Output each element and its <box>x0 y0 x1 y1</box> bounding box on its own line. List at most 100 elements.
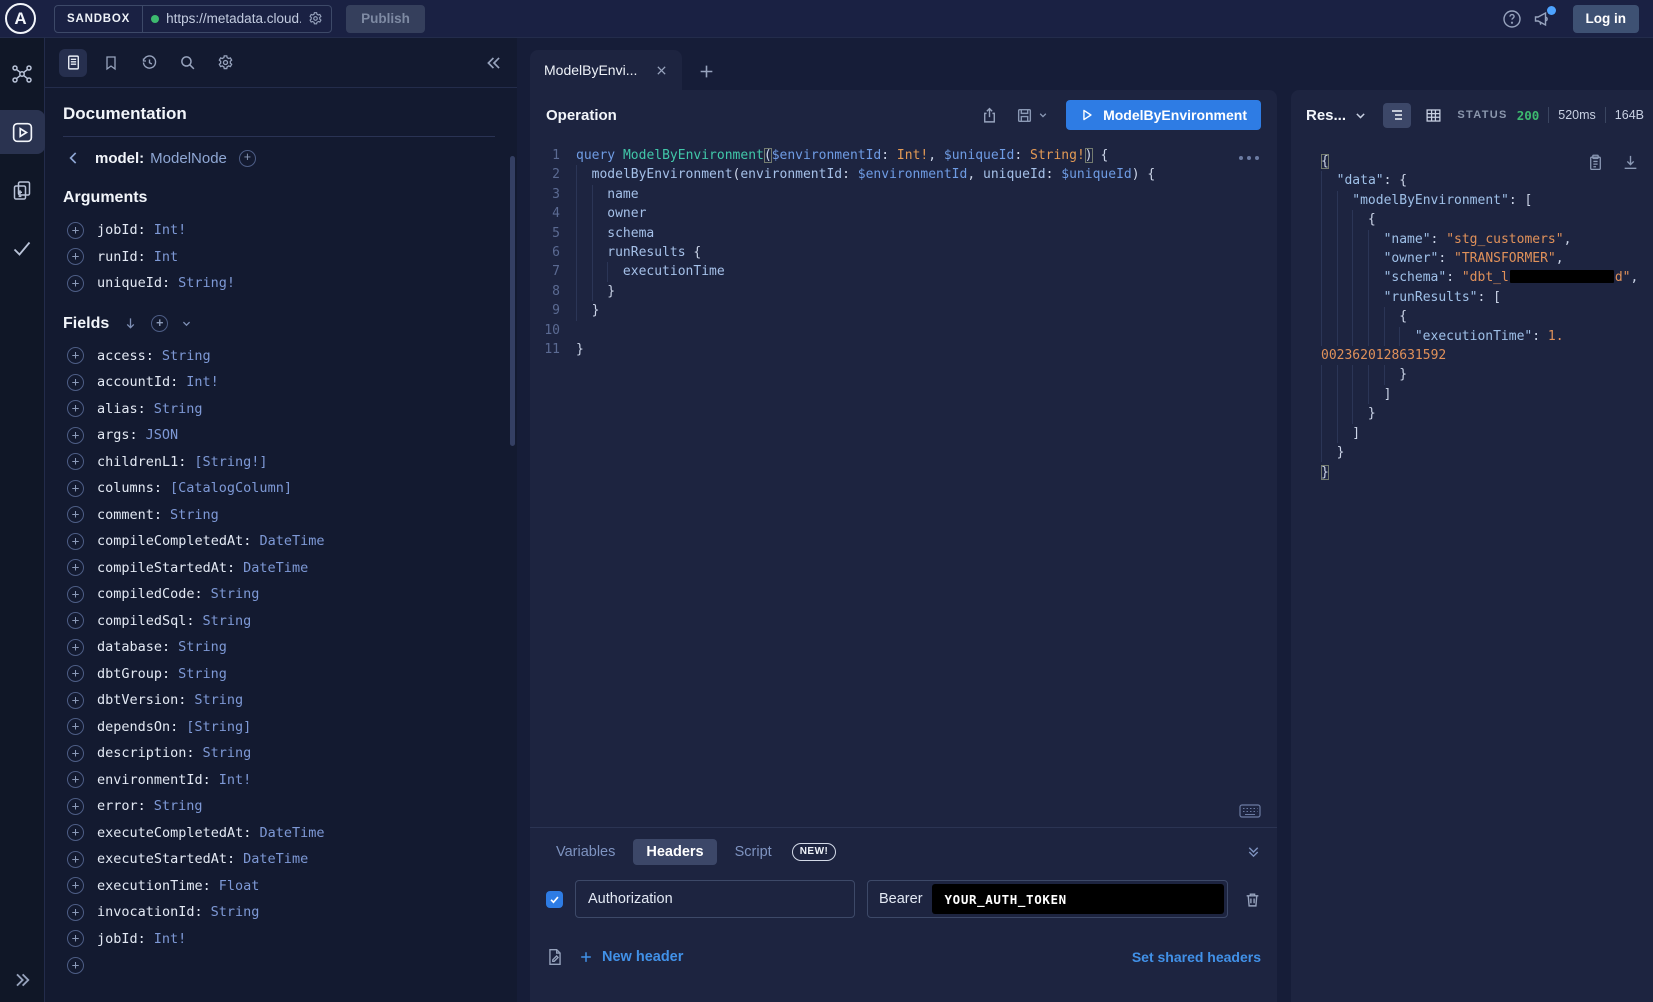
add-to-query-plus-icon[interactable] <box>67 559 84 576</box>
add-to-query-plus-icon[interactable] <box>67 480 84 497</box>
collapse-dock-icon[interactable] <box>1246 844 1261 859</box>
keyboard-shortcuts-icon[interactable] <box>1239 803 1261 819</box>
nav-explorer[interactable] <box>0 110 45 154</box>
add-to-query-plus-icon[interactable] <box>67 533 84 550</box>
field-item[interactable]: dbtVersion:String <box>63 687 495 714</box>
field-item[interactable]: error:String <box>63 793 495 820</box>
tree-view-button[interactable] <box>1383 103 1411 128</box>
nav-checks[interactable] <box>0 226 45 270</box>
announcements-megaphone-icon[interactable] <box>1532 9 1553 29</box>
add-to-query-plus-icon[interactable] <box>67 612 84 629</box>
field-item[interactable]: compileStartedAt:DateTime <box>63 555 495 582</box>
save-operation-control[interactable] <box>1016 107 1048 124</box>
add-to-query-plus-icon[interactable] <box>67 222 84 239</box>
field-item[interactable]: invocationId:String <box>63 899 495 926</box>
add-to-query-plus-icon[interactable] <box>67 453 84 470</box>
fields-options-chevron-icon[interactable] <box>181 318 192 329</box>
header-value-input[interactable]: Bearer YOUR_AUTH_TOKEN <box>867 880 1228 918</box>
nav-schema[interactable] <box>0 52 45 96</box>
add-to-query-plus-icon[interactable] <box>67 771 84 788</box>
run-operation-button[interactable]: ModelByEnvironment <box>1066 100 1261 130</box>
add-to-query-plus-icon[interactable] <box>67 851 84 868</box>
header-enabled-checkbox[interactable] <box>546 891 563 908</box>
nav-changelog[interactable] <box>0 168 45 212</box>
editor-more-options-icon[interactable] <box>1239 156 1259 160</box>
apollo-logo[interactable]: A <box>5 3 36 34</box>
endpoint-url-field[interactable]: https://metadata.cloud.get <box>143 6 331 32</box>
field-item[interactable]: childrenL1:[String!] <box>63 449 495 476</box>
field-item[interactable]: dependsOn:[String] <box>63 714 495 741</box>
help-icon[interactable] <box>1502 9 1522 29</box>
argument-item[interactable]: uniqueId:String! <box>63 270 495 297</box>
add-to-query-plus-icon[interactable] <box>67 275 84 292</box>
add-to-query-plus-icon[interactable] <box>67 930 84 947</box>
add-to-query-plus-icon[interactable] <box>67 506 84 523</box>
docs-tab-button[interactable] <box>59 49 87 77</box>
add-to-query-plus-icon[interactable] <box>67 718 84 735</box>
table-view-button[interactable] <box>1419 103 1447 128</box>
add-to-query-plus-icon[interactable] <box>67 374 84 391</box>
add-to-query-plus-icon[interactable] <box>67 798 84 815</box>
field-item[interactable]: executeStartedAt:DateTime <box>63 846 495 873</box>
close-tab-icon[interactable] <box>655 64 668 77</box>
field-item[interactable]: jobId:Int! <box>63 926 495 953</box>
add-to-query-plus-icon[interactable] <box>67 347 84 364</box>
copy-response-icon[interactable] <box>1587 154 1604 171</box>
add-all-fields-plus-icon[interactable] <box>151 315 168 332</box>
field-item[interactable]: access:String <box>63 343 495 370</box>
share-operation-icon[interactable] <box>981 107 998 124</box>
add-field-plus-icon[interactable] <box>239 150 256 167</box>
expand-rail-button[interactable] <box>12 970 32 990</box>
field-item[interactable]: description:String <box>63 740 495 767</box>
tab-variables[interactable]: Variables <box>546 839 625 865</box>
add-to-query-plus-icon[interactable] <box>67 877 84 894</box>
field-item[interactable]: alias:String <box>63 396 495 423</box>
field-item[interactable]: compileCompletedAt:DateTime <box>63 528 495 555</box>
search-icon[interactable] <box>173 49 201 77</box>
add-to-query-plus-icon[interactable] <box>67 904 84 921</box>
field-item[interactable]: executeCompletedAt:DateTime <box>63 820 495 847</box>
add-to-query-plus-icon[interactable] <box>67 745 84 762</box>
operation-tab[interactable]: ModelByEnvi... <box>530 50 682 90</box>
delete-header-trash-icon[interactable] <box>1244 891 1261 908</box>
saved-operations-bookmark-icon[interactable] <box>97 49 125 77</box>
add-to-query-plus-icon[interactable] <box>67 586 84 603</box>
add-to-query-plus-icon[interactable] <box>67 665 84 682</box>
tab-headers[interactable]: Headers <box>633 839 716 865</box>
add-to-query-plus-icon[interactable] <box>67 824 84 841</box>
field-item[interactable]: compiledSql:String <box>63 608 495 635</box>
add-to-query-plus-icon[interactable] <box>67 400 84 417</box>
add-to-query-plus-icon[interactable] <box>67 639 84 656</box>
sandbox-chip[interactable]: SANDBOX <box>55 6 143 32</box>
back-arrow-icon[interactable] <box>65 149 83 167</box>
field-item[interactable]: compiledCode:String <box>63 581 495 608</box>
field-item[interactable]: environmentId:Int! <box>63 767 495 794</box>
new-tab-button[interactable] <box>698 63 715 80</box>
field-item[interactable]: dbtGroup:String <box>63 661 495 688</box>
add-to-query-plus-icon[interactable] <box>67 692 84 709</box>
environment-variables-icon[interactable] <box>546 948 564 966</box>
operation-editor[interactable]: 1query ModelByEnvironment($environmentId… <box>530 140 1277 827</box>
collapse-doc-panel-button[interactable] <box>485 54 503 72</box>
field-item[interactable]: executionTime:Float <box>63 873 495 900</box>
field-item[interactable]: comment:String <box>63 502 495 529</box>
endpoint-settings-gear-icon[interactable] <box>308 11 323 26</box>
doc-panel-scrollbar[interactable] <box>510 156 515 446</box>
set-shared-headers-link[interactable]: Set shared headers <box>1132 949 1261 965</box>
field-item[interactable]: columns:[CatalogColumn] <box>63 475 495 502</box>
argument-item[interactable]: runId:Int <box>63 244 495 271</box>
breadcrumb-type-link[interactable]: ModelNode <box>150 150 227 167</box>
response-body[interactable]: {"data": {"modelByEnvironment": [{"name"… <box>1291 140 1653 1002</box>
add-to-query-plus-icon[interactable] <box>67 248 84 265</box>
new-header-button[interactable]: New header <box>579 949 683 965</box>
auth-token-value[interactable]: YOUR_AUTH_TOKEN <box>932 884 1224 914</box>
publish-button[interactable]: Publish <box>346 5 425 33</box>
argument-item[interactable]: jobId:Int! <box>63 217 495 244</box>
field-item[interactable]: database:String <box>63 634 495 661</box>
sort-fields-icon[interactable] <box>123 316 138 331</box>
login-button[interactable]: Log in <box>1573 5 1640 33</box>
settings-gear-icon[interactable] <box>211 49 239 77</box>
response-dropdown-chevron-icon[interactable] <box>1354 109 1367 122</box>
header-key-input[interactable]: Authorization <box>575 880 855 918</box>
add-to-query-plus-icon[interactable] <box>67 427 84 444</box>
